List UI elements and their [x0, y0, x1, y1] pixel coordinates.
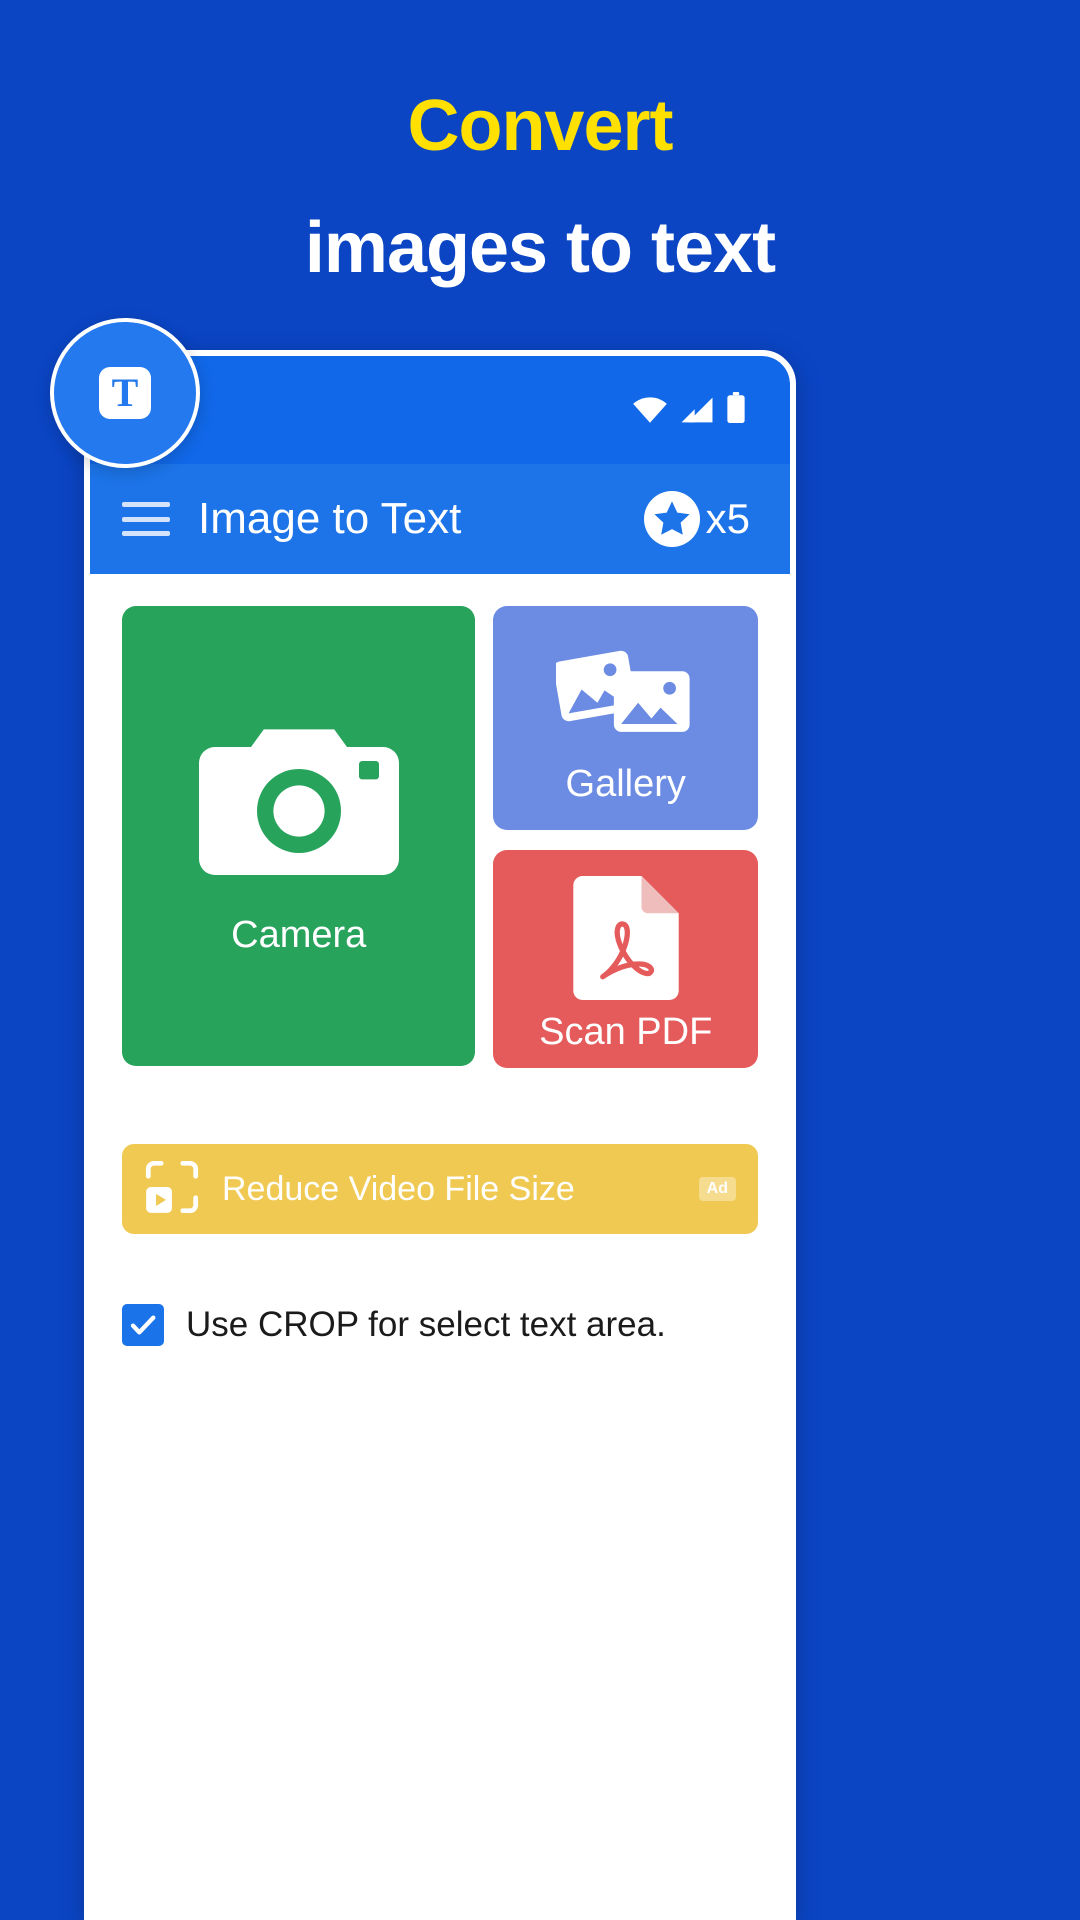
gallery-tile-label: Gallery — [565, 763, 686, 805]
promo-headline: Convert images to text — [0, 86, 1080, 288]
phone-mockup: Image to Text x5 Camera Gallery Scan PDF… — [84, 350, 796, 1920]
star-icon — [643, 491, 700, 547]
signal-icon — [680, 396, 714, 429]
crop-checkbox[interactable] — [122, 1304, 164, 1346]
camera-button[interactable]: Camera — [122, 606, 476, 1066]
hamburger-bar — [122, 516, 170, 522]
ad-banner[interactable]: Reduce Video File Size Ad — [122, 1144, 758, 1234]
camera-tile-label: Camera — [231, 914, 367, 956]
pdf-file-icon — [573, 876, 679, 1005]
main-content: Camera Gallery Scan PDF Reduce Video Fil… — [90, 574, 790, 1914]
gallery-icon — [553, 644, 696, 755]
status-bar-icons — [632, 391, 746, 429]
page-title: Image to Text — [198, 494, 462, 543]
app-logo-tile: T — [99, 367, 151, 419]
credits-indicator[interactable]: x5 — [643, 491, 750, 547]
app-logo-t-icon: T — [111, 370, 139, 415]
ad-badge: Ad — [698, 1177, 736, 1201]
action-tiles: Camera Gallery Scan PDF — [122, 606, 758, 1068]
wifi-icon — [632, 396, 668, 429]
phone-screen: Image to Text x5 Camera Gallery Scan PDF… — [90, 356, 790, 1914]
video-resize-icon — [144, 1159, 200, 1220]
hamburger-bar — [122, 531, 170, 536]
credit-count-label: x5 — [705, 495, 750, 542]
pdf-tile-label: Scan PDF — [539, 1011, 713, 1053]
crop-option-row[interactable]: Use CROP for select text area. — [122, 1304, 758, 1346]
camera-tile-column: Camera — [122, 606, 476, 1068]
side-tile-column: Gallery Scan PDF — [493, 606, 758, 1068]
ad-title: Reduce Video File Size — [222, 1169, 575, 1208]
crop-option-label: Use CROP for select text area. — [186, 1305, 666, 1344]
battery-icon — [726, 391, 746, 429]
hamburger-menu-icon[interactable] — [122, 502, 170, 536]
gallery-button[interactable]: Gallery — [493, 606, 758, 830]
promo-headline-line1: Convert — [407, 86, 673, 166]
scan-pdf-button[interactable]: Scan PDF — [493, 850, 758, 1068]
app-icon-badge: T — [50, 318, 200, 468]
promo-headline-line2: images to text — [304, 207, 776, 288]
camera-icon — [198, 715, 399, 888]
app-toolbar: Image to Text x5 — [90, 464, 790, 574]
hamburger-bar — [122, 502, 170, 507]
